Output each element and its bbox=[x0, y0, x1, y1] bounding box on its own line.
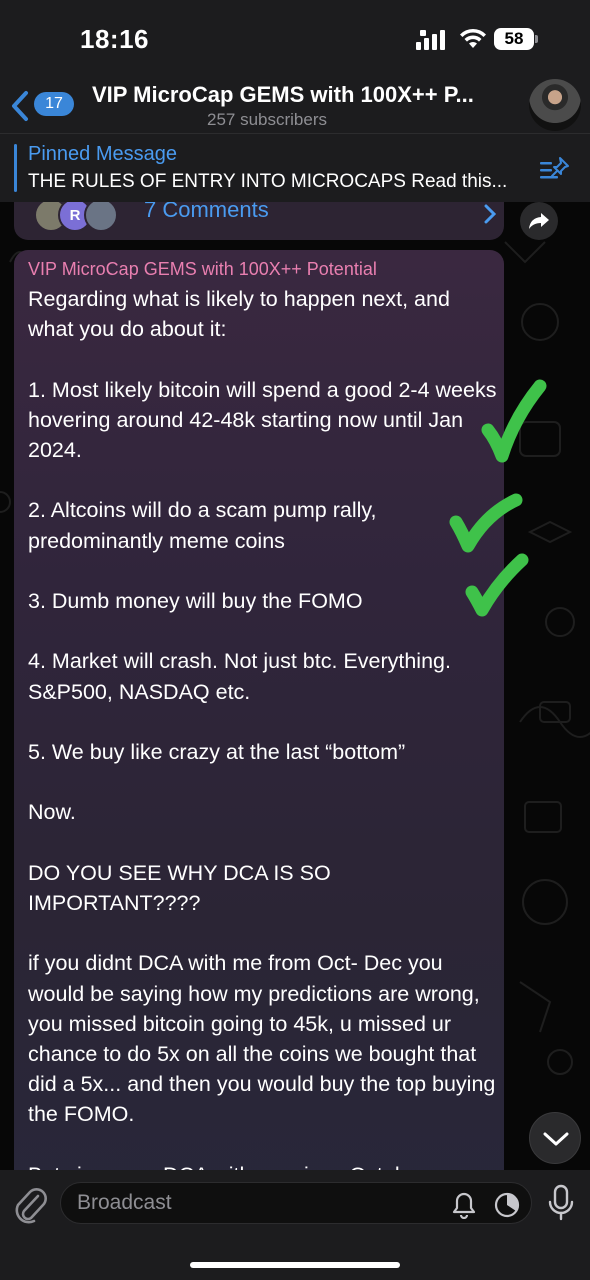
battery-icon: 58 bbox=[494, 28, 534, 50]
chat-header: 17 VIP MicroCap GEMS with 100X++ P... 25… bbox=[0, 76, 590, 134]
chat-area[interactable]: R 7 Comments VIP MicroCap GEMS with 100X… bbox=[0, 202, 590, 1170]
channel-avatar[interactable] bbox=[529, 79, 581, 131]
unread-count-badge: 17 bbox=[34, 92, 74, 116]
chevron-right-icon bbox=[484, 204, 496, 224]
pinned-text: THE RULES OF ENTRY INTO MICROCAPS Read t… bbox=[28, 171, 508, 192]
status-time: 18:16 bbox=[80, 24, 149, 54]
wifi-icon bbox=[460, 28, 486, 48]
message-text: Regarding what is likely to happen next,… bbox=[28, 287, 497, 1170]
previous-message-bubble: R 7 Comments bbox=[14, 202, 504, 240]
bell-icon[interactable] bbox=[451, 1191, 477, 1219]
message-bubble[interactable]: VIP MicroCap GEMS with 100X++ Potential … bbox=[14, 250, 504, 1170]
comment-avatar-letter: R bbox=[69, 206, 81, 224]
back-button[interactable]: 17 bbox=[8, 86, 78, 126]
checkmark-icon bbox=[465, 553, 529, 617]
microphone-icon[interactable] bbox=[547, 1184, 575, 1222]
pinned-label: Pinned Message bbox=[28, 143, 177, 165]
broadcast-input[interactable] bbox=[77, 1183, 437, 1223]
channel-title[interactable]: VIP MicroCap GEMS with 100X++ P... bbox=[92, 82, 512, 108]
timer-icon[interactable] bbox=[493, 1191, 521, 1219]
cellular-signal-icon bbox=[416, 30, 445, 50]
paperclip-icon[interactable] bbox=[12, 1184, 48, 1224]
comments-link[interactable]: 7 Comments bbox=[144, 202, 269, 223]
status-bar: 18:16 58 bbox=[0, 0, 590, 76]
comment-avatars: R bbox=[34, 202, 144, 232]
pinned-message-bar[interactable]: Pinned Message THE RULES OF ENTRY INTO M… bbox=[0, 134, 590, 202]
share-button[interactable] bbox=[520, 202, 558, 240]
checkmark-icon bbox=[481, 379, 547, 463]
battery-level: 58 bbox=[504, 29, 524, 48]
share-arrow-icon bbox=[529, 213, 549, 229]
scroll-down-button[interactable] bbox=[529, 1112, 581, 1164]
sender-name[interactable]: VIP MicroCap GEMS with 100X++ Potential bbox=[28, 259, 377, 280]
home-indicator bbox=[190, 1262, 400, 1268]
chevron-down-icon bbox=[543, 1132, 569, 1146]
subscriber-count: 257 subscribers bbox=[206, 110, 327, 129]
comment-avatar bbox=[84, 202, 118, 232]
broadcast-field[interactable] bbox=[60, 1182, 532, 1224]
pinned-accent-line bbox=[14, 144, 17, 192]
battery-cap bbox=[535, 35, 538, 43]
chevron-left-icon bbox=[12, 91, 28, 121]
pin-list-icon[interactable] bbox=[540, 156, 572, 182]
